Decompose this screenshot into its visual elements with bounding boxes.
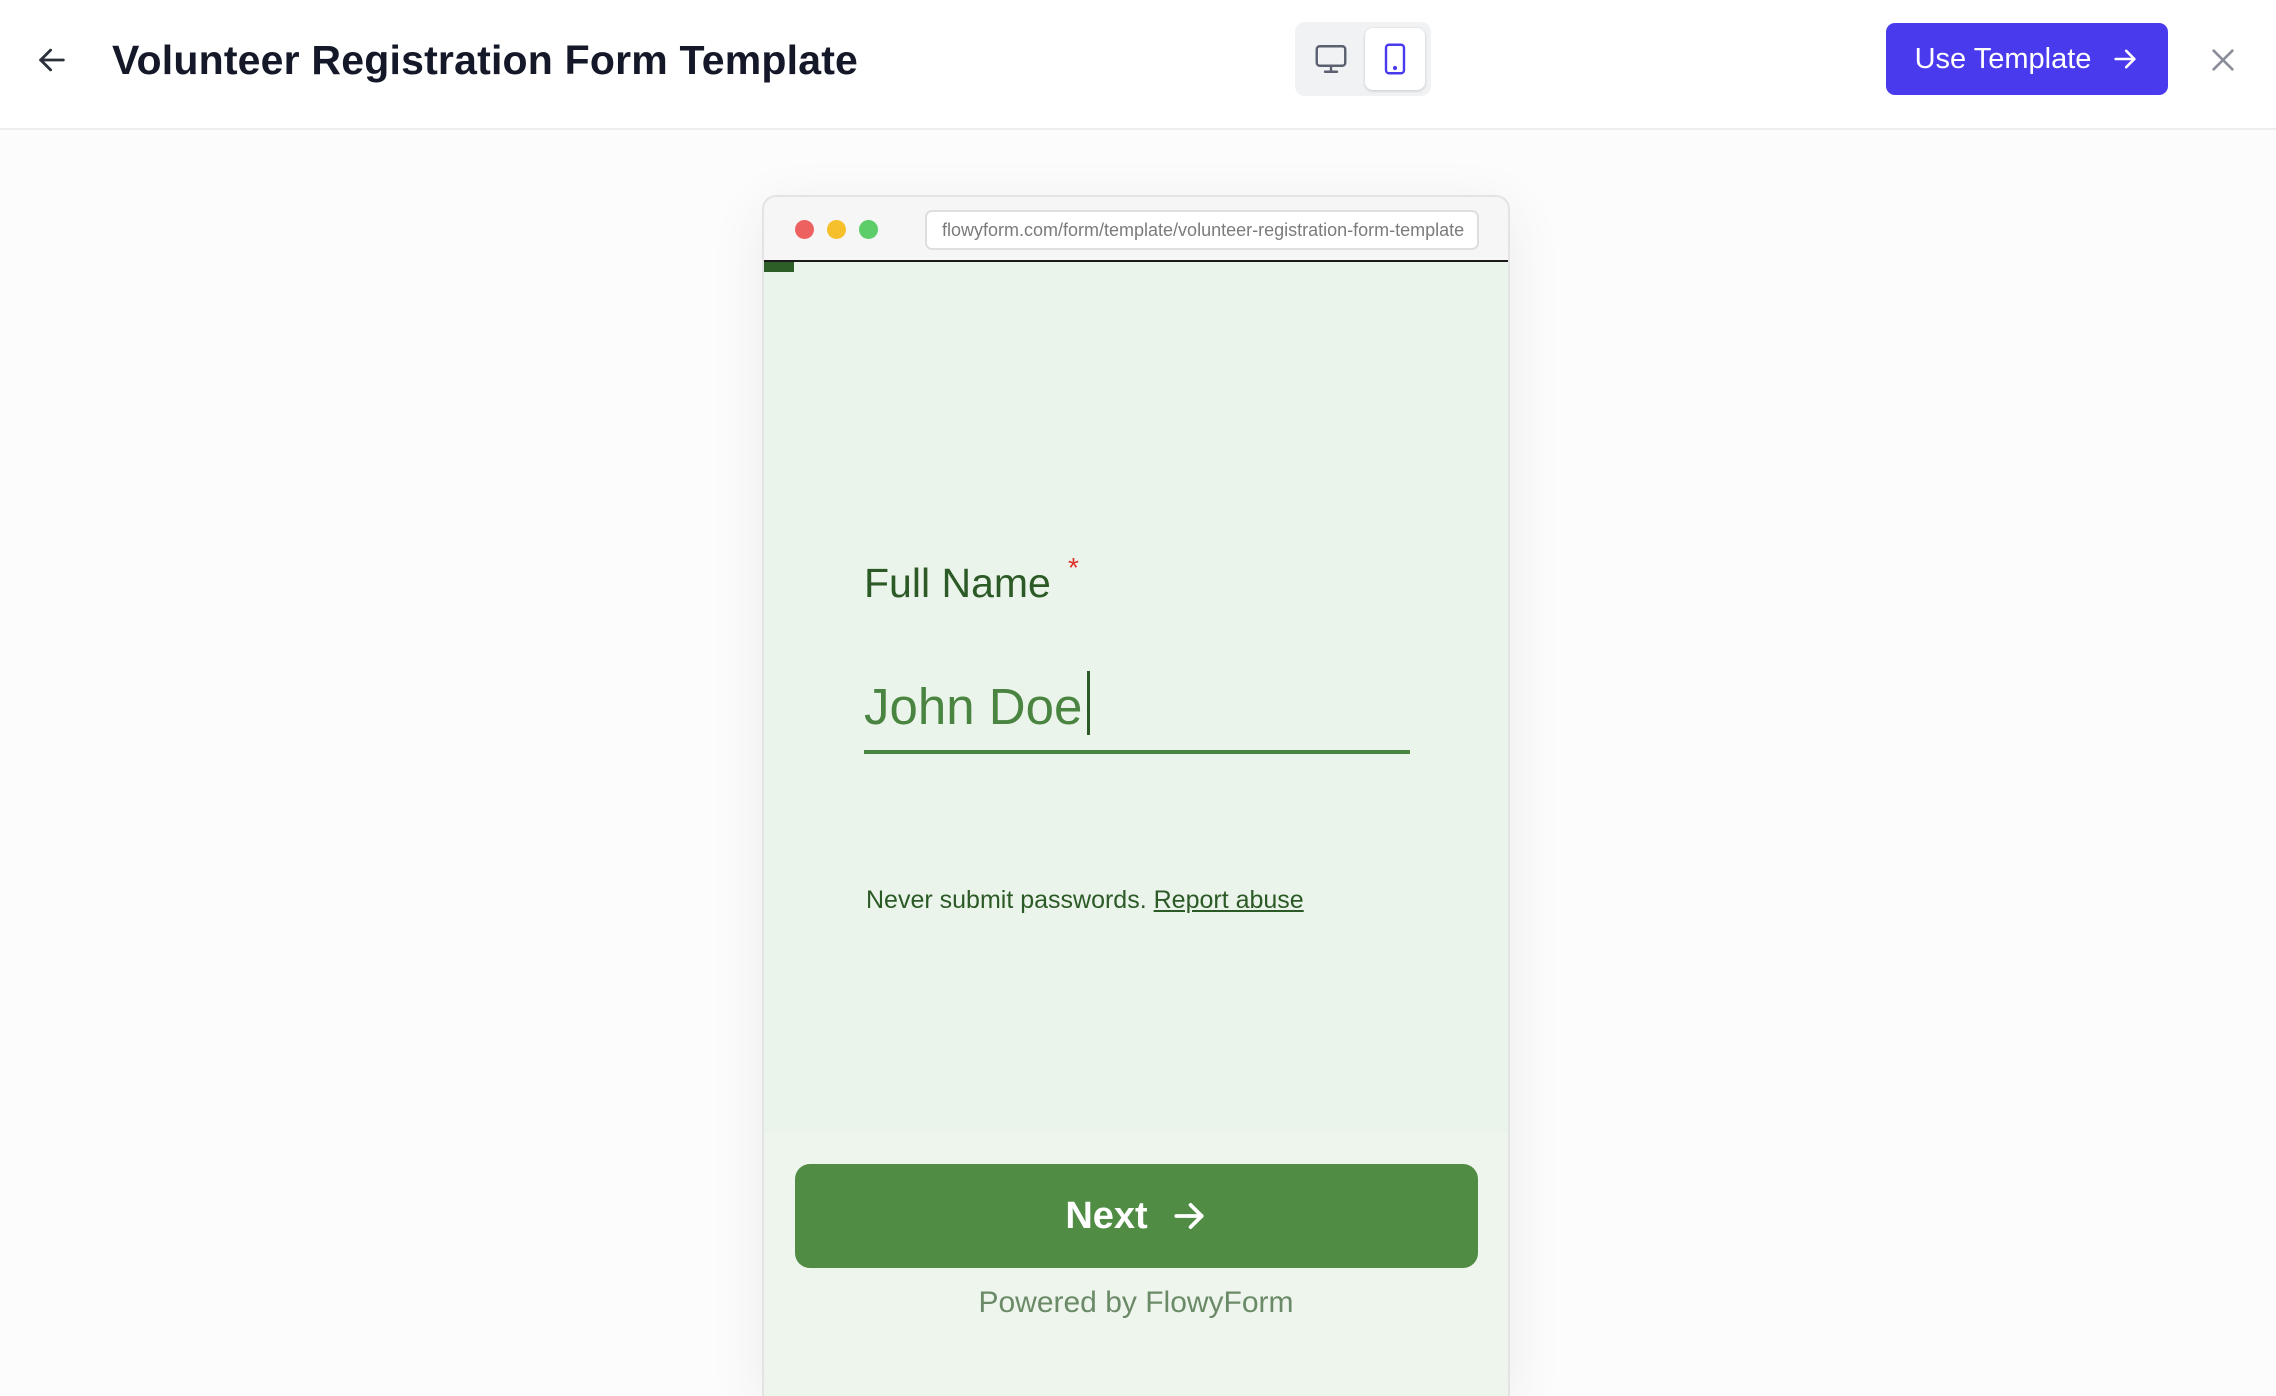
full-name-label: Full Name [864,560,1051,606]
arrow-right-icon [1174,1203,1204,1229]
smartphone-icon [1384,43,1406,75]
use-template-button[interactable]: Use Template [1886,23,2168,95]
window-minimize-dot [827,220,846,239]
progress-bar [764,262,794,272]
form-preview: flowyform.com/form/template/volunteer-re… [762,195,1510,1396]
required-marker: * [1068,552,1079,583]
monitor-icon [1315,45,1347,73]
notice-text: Never submit passwords. [866,886,1147,914]
page-title: Volunteer Registration Form Template [112,37,859,83]
arrow-left-icon [39,48,65,72]
top-bar: Volunteer Registration Form Template Use… [0,0,2276,130]
use-template-label: Use Template [1914,42,2092,75]
back-button[interactable] [30,38,74,82]
next-label: Next [1065,1194,1148,1237]
powered-by-text: Powered by FlowyForm [978,1286,1294,1319]
window-maximize-dot [859,220,878,239]
desktop-view-button[interactable] [1301,28,1361,90]
report-abuse-link[interactable]: Report abuse [1154,886,1304,914]
close-button[interactable] [2200,37,2246,83]
url-bar: flowyform.com/form/template/volunteer-re… [925,210,1479,250]
device-toggle [1295,22,1431,96]
full-name-input[interactable] [864,662,1410,754]
mobile-view-button[interactable] [1365,28,1425,90]
arrow-right-icon [2114,49,2137,69]
password-notice: Never submit passwords. Report abuse [866,882,1304,918]
window-close-dot [795,220,814,239]
text-caret [1087,671,1090,735]
browser-bar: flowyform.com/form/template/volunteer-re… [764,197,1508,262]
next-button[interactable]: Next [795,1164,1478,1268]
close-icon [2212,49,2234,71]
